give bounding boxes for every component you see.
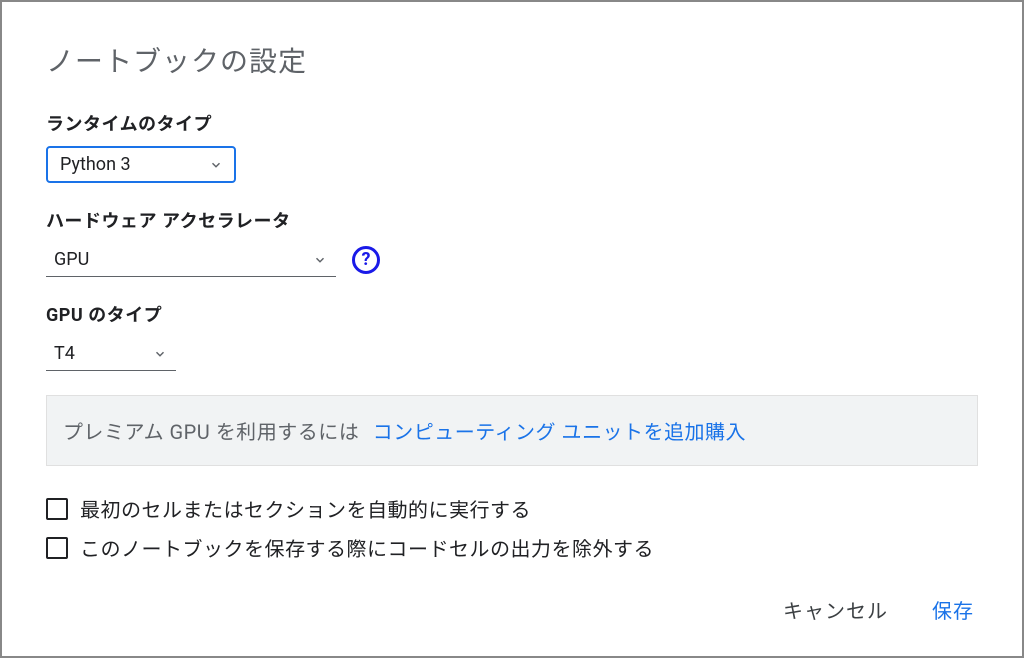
hardware-accelerator-label: ハードウェア アクセラレータ [46, 207, 978, 233]
cancel-button[interactable]: キャンセル [779, 587, 892, 632]
save-button[interactable]: 保存 [928, 587, 978, 632]
gpu-type-label: GPU のタイプ [46, 301, 978, 327]
hardware-accelerator-field: ハードウェア アクセラレータ GPU ? [46, 207, 978, 277]
dialog-title: ノートブックの設定 [46, 40, 978, 80]
hardware-accelerator-value: GPU [54, 249, 89, 270]
help-icon[interactable]: ? [352, 246, 380, 274]
chevron-down-icon [208, 157, 224, 173]
gpu-type-value: T4 [54, 343, 75, 364]
premium-gpu-banner: プレミアム GPU を利用するには コンピューティング ユニットを追加購入 [46, 395, 978, 466]
runtime-type-value: Python 3 [60, 154, 131, 175]
buy-compute-units-link[interactable]: コンピューティング ユニットを追加購入 [373, 420, 746, 444]
chevron-down-icon [152, 346, 168, 362]
omit-output-checkbox-row: このノートブックを保存する際にコードセルの出力を除外する [46, 533, 978, 562]
omit-output-checkbox[interactable] [46, 537, 68, 559]
autorun-checkbox[interactable] [46, 498, 68, 520]
banner-text: プレミアム GPU を利用するには [63, 420, 359, 444]
gpu-type-field: GPU のタイプ T4 [46, 301, 978, 371]
dialog-actions: キャンセル 保存 [779, 587, 978, 632]
autorun-checkbox-label: 最初のセルまたはセクションを自動的に実行する [80, 494, 531, 523]
runtime-type-label: ランタイムのタイプ [46, 110, 978, 136]
autorun-checkbox-row: 最初のセルまたはセクションを自動的に実行する [46, 494, 978, 523]
chevron-down-icon [312, 252, 328, 268]
omit-output-checkbox-label: このノートブックを保存する際にコードセルの出力を除外する [80, 533, 654, 562]
runtime-type-select[interactable]: Python 3 [46, 146, 236, 183]
hardware-accelerator-select[interactable]: GPU [46, 243, 336, 277]
runtime-type-field: ランタイムのタイプ Python 3 [46, 110, 978, 183]
gpu-type-select[interactable]: T4 [46, 337, 176, 371]
